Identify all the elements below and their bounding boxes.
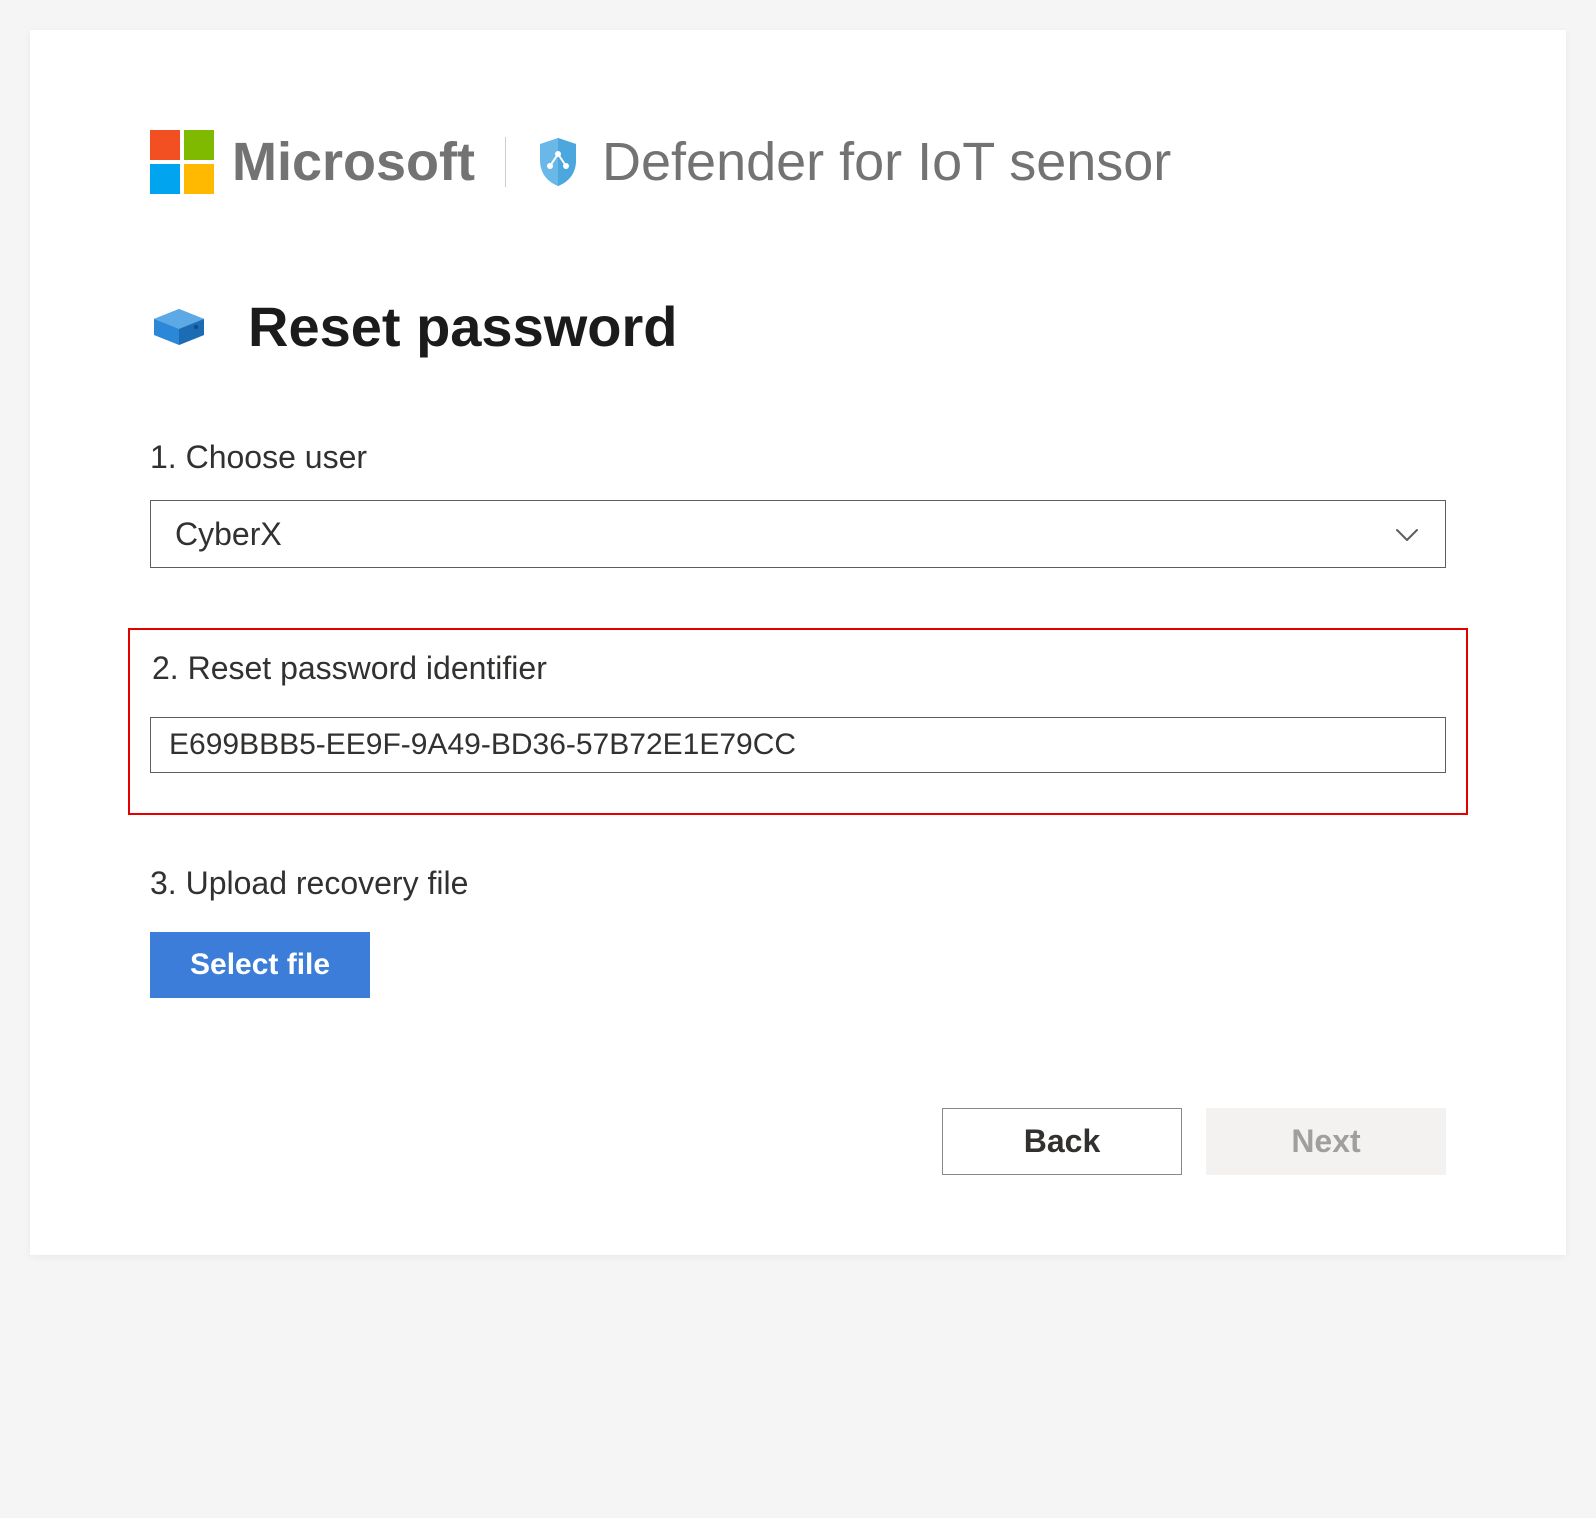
identifier-field[interactable]: E699BBB5-EE9F-9A49-BD36-57B72E1E79CC <box>150 717 1446 773</box>
chevron-down-icon <box>1393 520 1421 548</box>
back-button[interactable]: Back <box>942 1108 1182 1175</box>
sensor-icon <box>150 305 208 349</box>
title-row: Reset password <box>150 294 1446 359</box>
upload-label: 3. Upload recovery file <box>150 865 1446 902</box>
choose-user-select[interactable]: CyberX <box>150 500 1446 568</box>
brand-name: Microsoft <box>232 131 475 193</box>
microsoft-logo-icon <box>150 130 214 194</box>
header: Microsoft Defender for IoT sensor <box>150 130 1446 194</box>
choose-user-label: 1. Choose user <box>150 439 1446 476</box>
product-name: Defender for IoT sensor <box>602 131 1171 193</box>
identifier-highlight-box: 2. Reset password identifier E699BBB5-EE… <box>128 628 1468 815</box>
reset-password-card: Microsoft Defender for IoT sensor Reset … <box>30 30 1566 1255</box>
page-title: Reset password <box>248 294 678 359</box>
header-divider <box>505 137 506 187</box>
identifier-label: 2. Reset password identifier <box>150 650 1446 687</box>
footer: Back Next <box>150 1108 1446 1175</box>
identifier-value: E699BBB5-EE9F-9A49-BD36-57B72E1E79CC <box>169 728 796 762</box>
next-button[interactable]: Next <box>1206 1108 1446 1175</box>
select-file-button[interactable]: Select file <box>150 932 370 998</box>
choose-user-value: CyberX <box>175 516 1393 553</box>
shield-icon <box>536 136 580 188</box>
